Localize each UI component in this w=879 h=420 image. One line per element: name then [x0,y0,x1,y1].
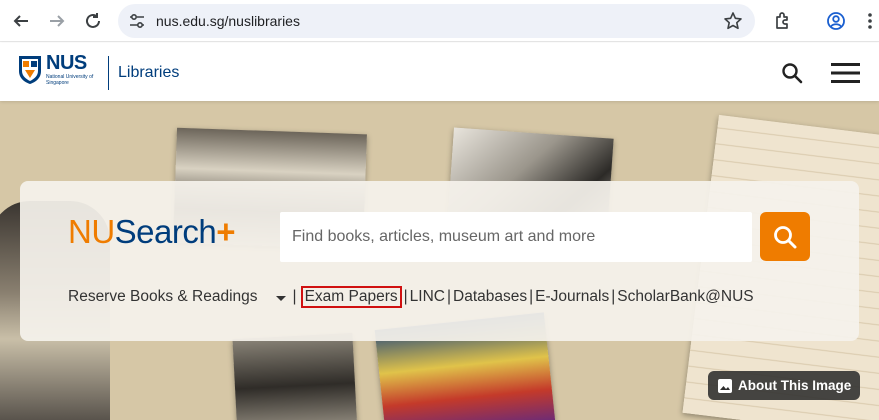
profile-icon[interactable] [824,9,848,33]
link-linc[interactable]: LINC [410,288,445,306]
more-icon[interactable] [858,9,879,33]
header-divider [108,56,109,90]
search-card: NUSearch+ Reserve Books & Readings | Exa… [20,181,859,341]
chevron-down-icon[interactable] [275,295,286,301]
brand-nu: NU [68,213,115,250]
link-separator: | [292,288,297,305]
link-separator: | [529,288,534,305]
old-photo [232,332,358,420]
star-icon[interactable] [723,11,743,31]
reload-icon[interactable] [81,9,105,33]
link-separator: | [446,288,452,305]
search-icon[interactable] [780,61,804,85]
link-databases[interactable]: Databases [453,288,527,306]
search-icon [774,225,797,248]
forward-arrow-icon[interactable] [45,9,69,33]
link-scholarbank[interactable]: ScholarBank@NUS [617,288,753,306]
quick-links: Reserve Books & Readings | Exam Papers |… [68,286,754,308]
about-image-label: About This Image [738,378,852,393]
address-bar[interactable]: nus.edu.sg/nuslibraries [118,4,755,38]
back-arrow-icon[interactable] [9,9,33,33]
link-exam-papers[interactable]: Exam Papers [300,286,402,308]
about-image-button[interactable]: About This Image [708,371,860,400]
link-ejournals[interactable]: E-Journals [535,288,609,306]
logo-subtext: National University of Singapore [46,74,94,86]
brand-plus: + [216,213,236,250]
site-settings-icon[interactable] [128,12,146,30]
extensions-icon[interactable] [771,9,795,33]
nusearch-brand: NUSearch+ [68,213,236,251]
search-input[interactable] [280,212,752,262]
link-separator: | [611,288,616,305]
logo-text[interactable]: NUS [46,52,87,75]
link-reserve-books[interactable]: Reserve Books & Readings [68,288,258,306]
nus-crest-logo[interactable] [18,55,42,85]
section-title[interactable]: Libraries [118,64,179,82]
site-header: NUS National University of Singapore Lib… [0,43,879,101]
browser-toolbar: nus.edu.sg/nuslibraries [0,0,879,42]
brand-search: Search [114,213,217,250]
link-separator: | [403,288,408,305]
url-text: nus.edu.sg/nuslibraries [156,13,300,29]
hamburger-menu-icon[interactable] [831,62,860,84]
image-icon [718,378,732,393]
search-button[interactable] [760,212,810,261]
